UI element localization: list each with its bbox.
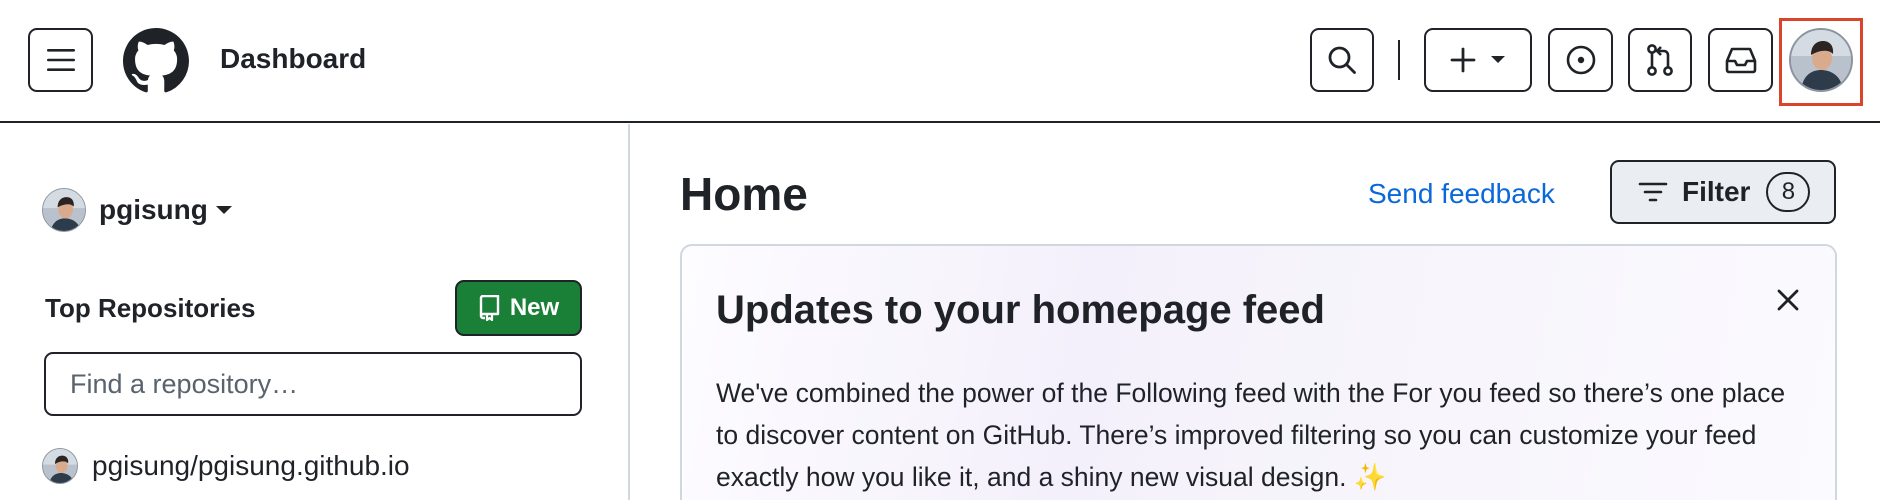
user-photo [43, 189, 85, 231]
pull-requests-button[interactable] [1628, 28, 1692, 92]
create-new-button[interactable] [1424, 28, 1532, 92]
inbox-button[interactable] [1708, 28, 1773, 92]
inbox-icon [1725, 47, 1756, 74]
filter-count-badge: 8 [1766, 172, 1811, 212]
plus-icon [1450, 47, 1476, 73]
menu-button[interactable] [28, 28, 93, 92]
filter-button[interactable]: Filter 8 [1610, 160, 1836, 224]
card-title: Updates to your homepage feed [716, 288, 1325, 332]
new-repository-button[interactable]: New [455, 280, 582, 336]
search-icon [1328, 46, 1356, 74]
repo-icon [479, 295, 500, 321]
triangle-down-icon [1491, 56, 1505, 63]
send-feedback-link[interactable]: Send feedback [1368, 176, 1555, 212]
x-icon [1777, 289, 1799, 311]
close-button[interactable] [1772, 284, 1804, 316]
list-item[interactable]: pgisung/pgisung.github.io [42, 448, 410, 484]
card-body: We've combined the power of the Followin… [716, 378, 1786, 492]
git-pull-request-icon [1647, 44, 1673, 76]
avatar [42, 188, 86, 232]
issues-button[interactable] [1548, 28, 1613, 92]
avatar [42, 448, 78, 484]
github-logo-icon[interactable] [123, 28, 189, 94]
filter-icon [1638, 182, 1668, 202]
repository-link[interactable]: pgisung/pgisung.github.io [92, 450, 410, 482]
new-button-label: New [509, 294, 560, 321]
find-repository-input[interactable] [44, 352, 582, 416]
hamburger-icon [46, 49, 75, 71]
dashboard-sidebar: pgisung Top Repositories New pgisung/pgi… [0, 124, 630, 500]
user-photo [43, 449, 77, 483]
app-header: Dashboard [0, 0, 1880, 123]
user-avatar[interactable] [1789, 28, 1853, 92]
feed-update-card: Updates to your homepage feed We've comb… [680, 244, 1837, 500]
user-photo [1791, 30, 1851, 90]
issue-opened-icon [1566, 45, 1595, 75]
search-button[interactable] [1310, 28, 1374, 92]
header-divider [1398, 40, 1400, 80]
home-heading: Home [680, 168, 808, 220]
triangle-down-icon [215, 206, 232, 214]
top-repositories-heading: Top Repositories [45, 293, 256, 323]
context-username: pgisung [99, 194, 208, 225]
filter-label: Filter [1682, 176, 1751, 207]
page-title[interactable]: Dashboard [220, 41, 366, 77]
context-switcher[interactable]: pgisung [42, 188, 232, 232]
